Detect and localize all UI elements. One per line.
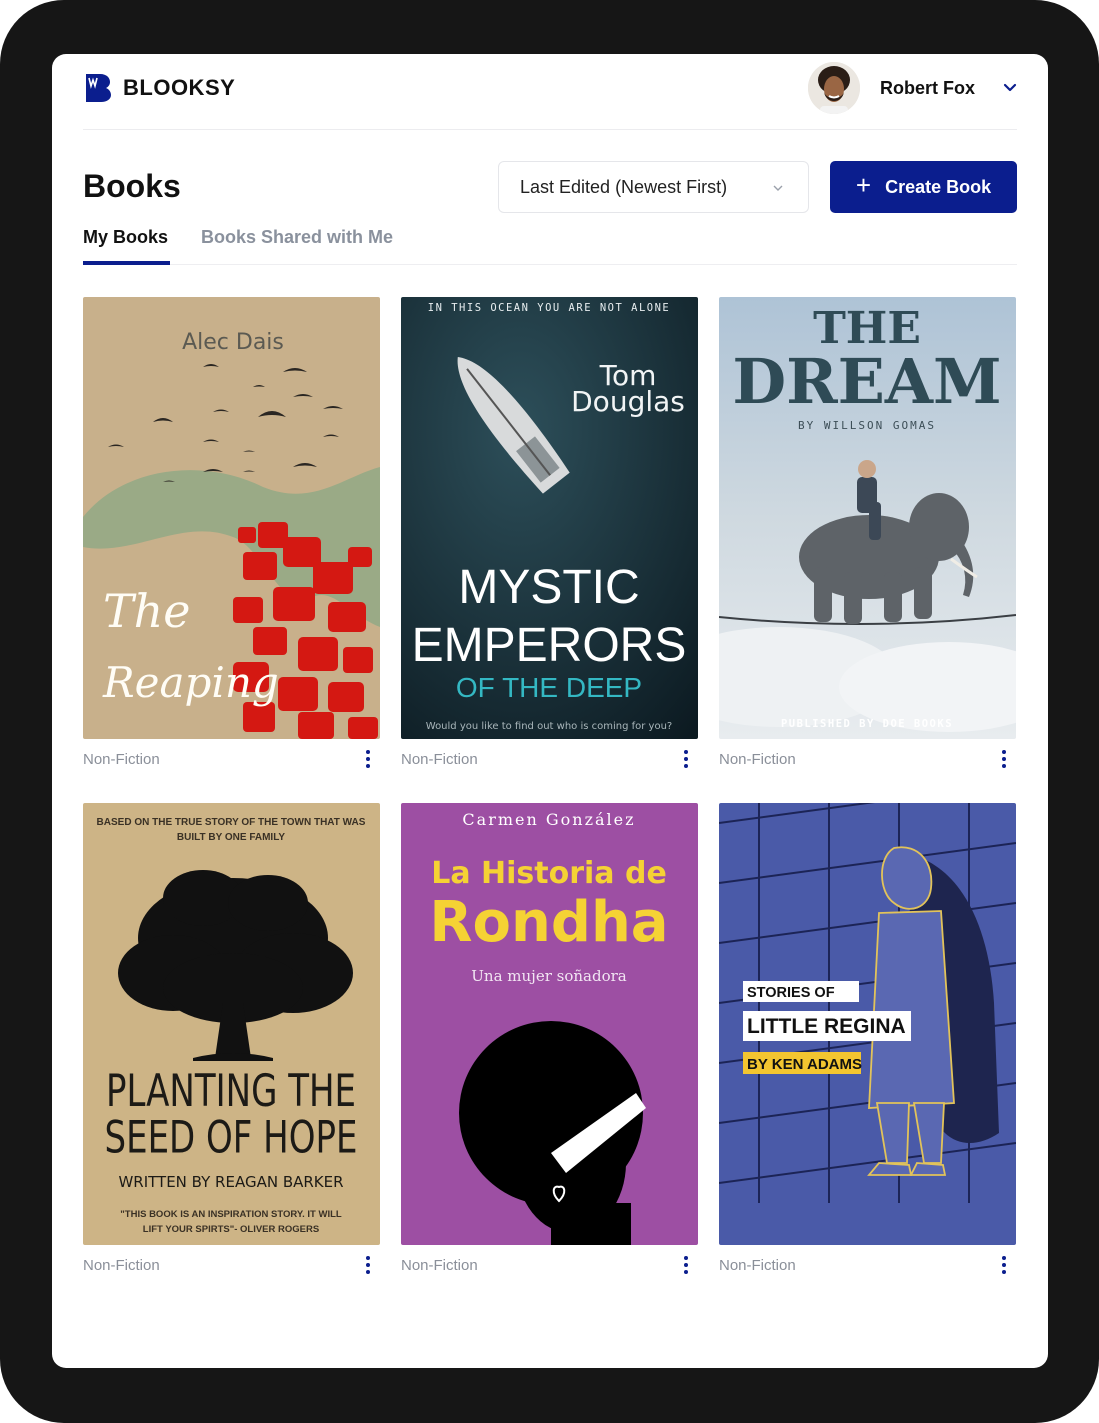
- page-title: Books: [83, 168, 181, 204]
- more-options-icon[interactable]: [682, 1255, 690, 1275]
- cover-byline: BY WILLSON GOMAS: [798, 419, 936, 432]
- cover-byline: WRITTEN BY REAGAN BARKER: [118, 1173, 343, 1191]
- cover-title-line1: La Historia de: [431, 856, 667, 891]
- cover-tagline: IN THIS OCEAN YOU ARE NOT ALONE: [428, 302, 670, 314]
- cover-author: Alec Dais: [182, 330, 284, 355]
- cover-art: BASED ON THE TRUE STORY OF THE TOWN THAT…: [83, 803, 380, 1245]
- book-cover-mystic-emperors[interactable]: IN THIS OCEAN YOU ARE NOT ALONE Tom Doug…: [401, 297, 698, 739]
- logo[interactable]: BLOOKSY: [85, 74, 235, 102]
- sort-selected-label: Last Edited (Newest First): [520, 176, 728, 197]
- cover-line3: BY KEN ADAMS: [747, 1056, 862, 1073]
- cover-line1: STORIES OF: [747, 985, 835, 1001]
- tab-my-books[interactable]: My Books: [83, 227, 171, 265]
- cover-subtitle: Una mujer soñadora: [471, 967, 626, 985]
- book-category: Non-Fiction: [401, 1257, 478, 1274]
- create-book-label: Create Book: [885, 176, 992, 197]
- cover-tagline-line2: BUILT BY ONE FAMILY: [177, 832, 285, 843]
- top-bar: BLOOKSY Robert Fox: [83, 54, 1017, 130]
- create-book-button[interactable]: + Create Book: [830, 161, 1017, 213]
- book-category: Non-Fiction: [401, 751, 478, 768]
- cover-footer: PUBLISHED BY DOE BOOKS: [781, 718, 953, 730]
- cover-author: Carmen González: [462, 810, 635, 829]
- more-options-icon[interactable]: [364, 749, 372, 769]
- blooksy-logo-icon: [86, 74, 111, 102]
- cover-line2: LITTLE REGINA: [747, 1015, 906, 1038]
- book-card: THE DREAM BY WILLSON GOMAS PUBLISHED BY …: [719, 297, 1016, 775]
- more-options-icon[interactable]: [1000, 749, 1008, 769]
- book-cover-la-historia-de-rondha[interactable]: Carmen González La Historia de Rondha Un…: [401, 803, 698, 1245]
- cover-author-line2: Douglas: [571, 385, 685, 418]
- app-name: BLOOKSY: [123, 75, 236, 100]
- cover-title-line3: OF THE DEEP: [456, 672, 642, 703]
- cover-quote-line2: LIFT YOUR SPIRTS"- OLIVER ROGERS: [143, 1224, 319, 1235]
- tablet-frame: BLOOKSY Robert Fox Books Last Edited (Ne…: [0, 0, 1099, 1423]
- cover-art: THE DREAM BY WILLSON GOMAS PUBLISHED BY …: [719, 297, 1016, 739]
- user-menu[interactable]: Robert Fox: [807, 62, 1017, 114]
- cover-title-line1: PLANTING THE: [106, 1066, 356, 1118]
- user-name: Robert Fox: [879, 77, 975, 98]
- cover-title-line2: EMPERORS: [412, 619, 687, 672]
- book-cover-planting-the-seed-of-hope[interactable]: BASED ON THE TRUE STORY OF THE TOWN THAT…: [83, 803, 380, 1245]
- book-category: Non-Fiction: [83, 1257, 160, 1274]
- cover-title-line2: DREAM: [732, 345, 1001, 418]
- chevron-down-icon: [773, 185, 783, 191]
- book-cover-the-reaping[interactable]: Alec Dais The Reaping: [83, 297, 380, 739]
- book-card: STORIES OF LITTLE REGINA BY KEN ADAMS No…: [719, 803, 1016, 1281]
- more-options-icon[interactable]: [682, 749, 690, 769]
- cover-footer: Would you like to find out who is coming…: [426, 721, 672, 732]
- book-card: Alec Dais The Reaping Non-Fiction: [83, 297, 380, 775]
- more-options-icon[interactable]: [1000, 1255, 1008, 1275]
- tab-books-shared-with-me[interactable]: Books Shared with Me: [201, 227, 393, 248]
- more-options-icon[interactable]: [364, 1255, 372, 1275]
- cover-art: Carmen González La Historia de Rondha Un…: [401, 803, 698, 1245]
- book-card: IN THIS OCEAN YOU ARE NOT ALONE Tom Doug…: [401, 297, 698, 775]
- avatar[interactable]: [807, 62, 860, 114]
- cover-title-line2: Rondha: [429, 890, 668, 955]
- book-category: Non-Fiction: [719, 1257, 796, 1274]
- cover-title-line1: The: [103, 584, 191, 638]
- book-cover-little-regina[interactable]: STORIES OF LITTLE REGINA BY KEN ADAMS: [719, 803, 1016, 1245]
- book-card: BASED ON THE TRUE STORY OF THE TOWN THAT…: [83, 803, 380, 1281]
- tab-bar: My Books Books Shared with Me: [83, 220, 1017, 265]
- cover-title-line2: Reaping: [102, 658, 279, 707]
- cover-title-line2: SEED OF HOPE: [105, 1112, 358, 1164]
- cover-art: STORIES OF LITTLE REGINA BY KEN ADAMS: [719, 803, 1016, 1245]
- sort-dropdown[interactable]: Last Edited (Newest First): [498, 161, 809, 213]
- cover-art: Alec Dais The Reaping: [83, 297, 380, 739]
- book-cover-the-dream[interactable]: THE DREAM BY WILLSON GOMAS PUBLISHED BY …: [719, 297, 1016, 739]
- cover-quote-line1: "THIS BOOK IS AN INSPIRATION STORY. IT W…: [120, 1209, 342, 1220]
- book-category: Non-Fiction: [719, 751, 796, 768]
- cover-tagline-line1: BASED ON THE TRUE STORY OF THE TOWN THAT…: [97, 817, 366, 828]
- app-screen: BLOOKSY Robert Fox Books Last Edited (Ne…: [52, 54, 1048, 1368]
- cover-title-line1: MYSTIC: [458, 561, 639, 614]
- cover-art: IN THIS OCEAN YOU ARE NOT ALONE Tom Doug…: [401, 297, 698, 739]
- book-card: Carmen González La Historia de Rondha Un…: [401, 803, 698, 1281]
- book-category: Non-Fiction: [83, 751, 160, 768]
- plus-icon: +: [855, 170, 872, 200]
- chevron-down-icon[interactable]: [1003, 81, 1017, 95]
